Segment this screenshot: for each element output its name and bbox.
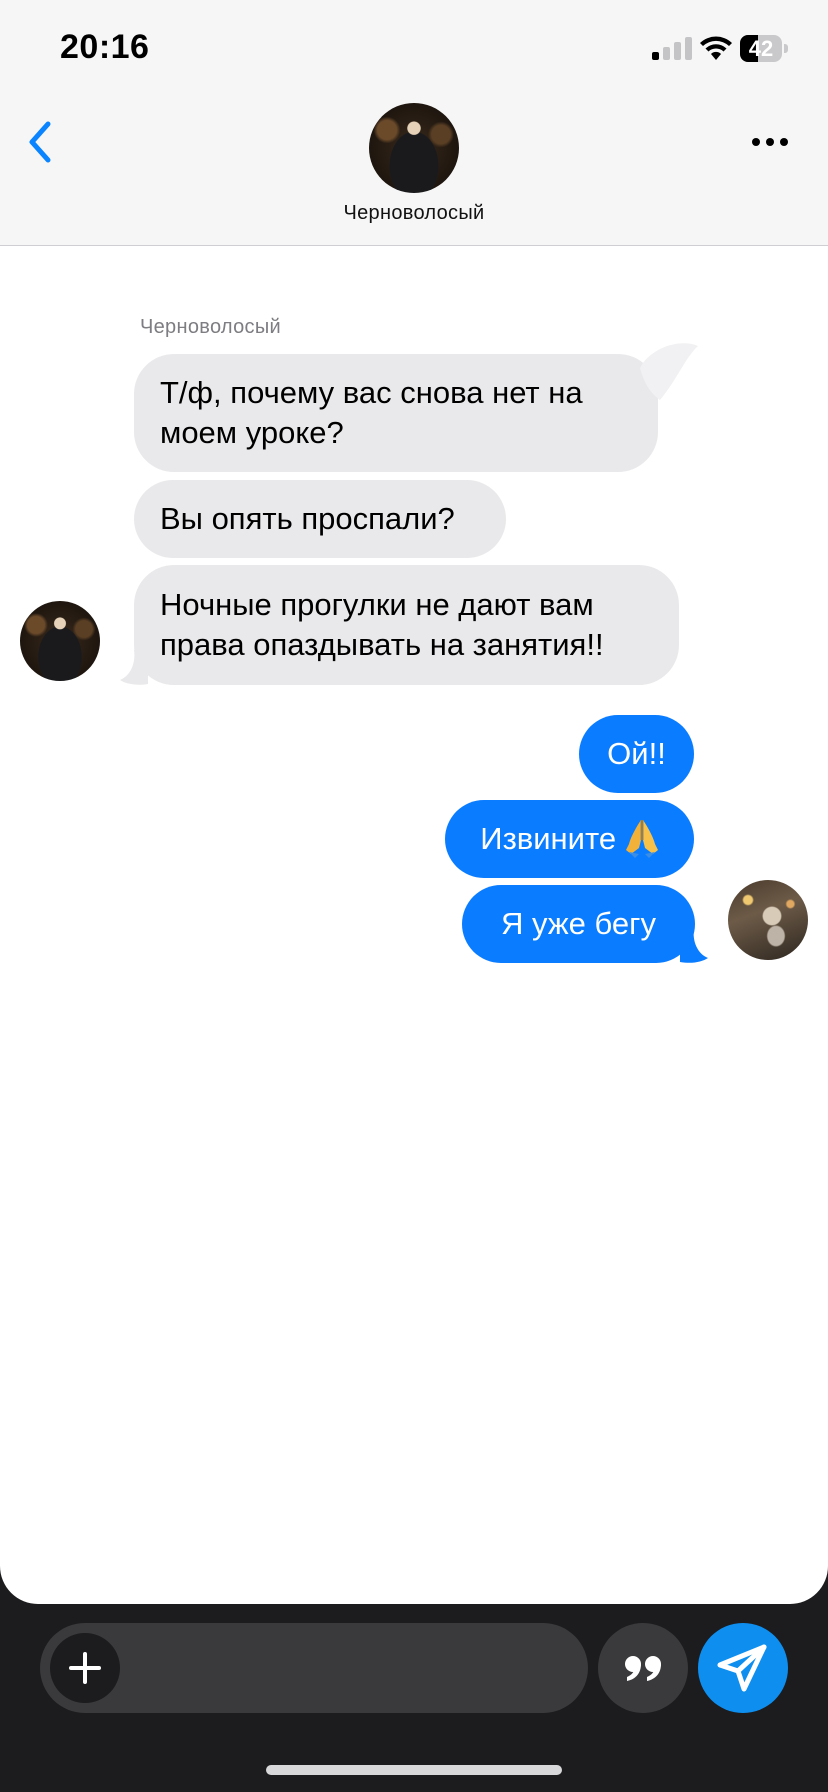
chat-screen: 20:16 42 Черноволосый Черноволосый Т/ф, … [0, 0, 828, 1604]
conversation-header: Черноволосый [0, 100, 828, 246]
message-text: Извините [480, 821, 617, 856]
contact-name[interactable]: Черноволосый [214, 202, 614, 225]
bubble-smudge-decoration [640, 343, 698, 400]
incoming-message[interactable]: Ночные прогулки не дают вам права опазды… [134, 565, 679, 685]
incoming-message[interactable]: Т/ф, почему вас снова нет на моем уроке? [134, 354, 658, 472]
message-text: Я уже бегу [501, 906, 656, 941]
message-text-line: Ночные прогулки не дают вам [160, 587, 594, 622]
my-avatar[interactable] [728, 880, 808, 960]
battery-icon: 42 [740, 35, 788, 62]
status-bar: 20:16 42 [0, 0, 828, 100]
outgoing-bubble-tail [680, 928, 708, 963]
cellular-signal-icon [652, 36, 692, 60]
sender-label: Черноволосый [140, 316, 281, 338]
folded-hands-icon [625, 798, 659, 858]
wifi-icon [698, 34, 734, 62]
back-button[interactable] [18, 114, 62, 170]
message-text-line: права опаздывать на занятия!! [160, 627, 604, 662]
message-text-line: Т/ф, почему вас снова нет на [160, 375, 583, 410]
battery-level: 42 [748, 36, 774, 61]
quote-icon [625, 1656, 661, 1681]
message-input-field[interactable] [40, 1623, 588, 1713]
chevron-left-icon [29, 121, 51, 163]
quote-button[interactable] [598, 1623, 688, 1713]
message-text-line: моем уроке? [160, 415, 344, 450]
status-time: 20:16 [60, 28, 150, 66]
outgoing-message[interactable]: Я уже бегу [462, 885, 695, 963]
sender-avatar[interactable] [20, 601, 100, 681]
paper-plane-icon [717, 1644, 767, 1692]
send-button[interactable] [698, 1623, 788, 1713]
contact-avatar[interactable] [369, 103, 459, 193]
home-indicator[interactable] [266, 1765, 562, 1775]
outgoing-message[interactable]: Ой!! [579, 715, 694, 793]
incoming-message[interactable]: Вы опять проспали? [134, 480, 506, 558]
message-text: Ой!! [607, 736, 666, 771]
incoming-bubble-tail [120, 650, 148, 685]
add-attachment-button[interactable] [50, 1633, 120, 1703]
message-text: Вы опять проспали? [160, 501, 455, 536]
more-options-button[interactable] [742, 122, 798, 162]
outgoing-message[interactable]: Извините [445, 800, 694, 878]
plus-icon [69, 1652, 101, 1684]
